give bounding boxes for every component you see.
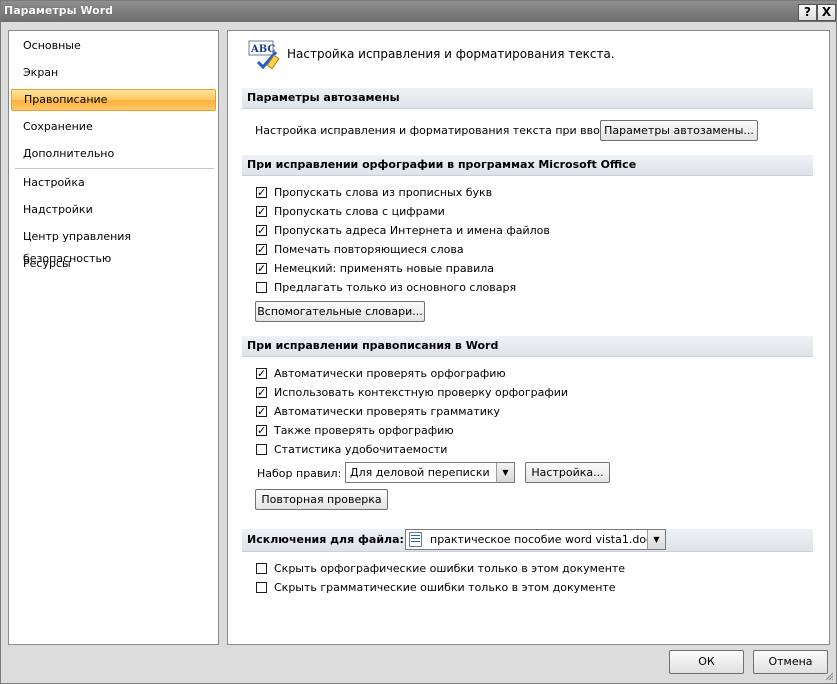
svg-text:ABC: ABC bbox=[250, 44, 275, 55]
checkbox[interactable]: ✓ bbox=[256, 387, 267, 398]
title-bar[interactable]: Параметры Word ? X bbox=[1, 1, 836, 22]
proofing-icon: ABC bbox=[248, 40, 280, 70]
grammar-settings-button[interactable]: Настройка... bbox=[525, 462, 610, 483]
chevron-down-icon[interactable]: ▼ bbox=[647, 530, 665, 549]
option-label: Скрыть орфографические ошибки только в э… bbox=[274, 562, 626, 575]
option-label: Автоматически проверять орфографию bbox=[274, 367, 506, 380]
option-label: Также проверять орфографию bbox=[274, 424, 454, 437]
sidebar-divider bbox=[15, 168, 214, 169]
sidebar-item-display[interactable]: Экран bbox=[11, 62, 216, 84]
sidebar-item-advanced[interactable]: Дополнительно bbox=[11, 143, 216, 165]
checkbox[interactable]: ✓ bbox=[256, 368, 267, 379]
section-word-spelling: При исправлении правописания в Word bbox=[242, 336, 813, 357]
ruleset-select[interactable]: Для деловой переписки ▼ bbox=[345, 462, 515, 483]
option-label: Пропускать адреса Интернета и имена файл… bbox=[274, 224, 550, 237]
chevron-down-icon[interactable]: ▼ bbox=[496, 463, 514, 482]
option-label: Статистика удобочитаемости bbox=[274, 443, 448, 456]
section-autocorrect: Параметры автозамены bbox=[242, 88, 813, 109]
cancel-button[interactable]: Отмена bbox=[753, 650, 828, 674]
proofing-panel: ABC Настройка исправления и форматирован… bbox=[227, 30, 830, 645]
autocorrect-options-button[interactable]: Параметры автозамены... bbox=[600, 120, 758, 141]
custom-dictionaries-button[interactable]: Вспомогательные словари... bbox=[255, 301, 425, 322]
option-label: Пропускать слова с цифрами bbox=[274, 205, 445, 218]
section-office-spelling-title: При исправлении орфографии в программах … bbox=[247, 158, 637, 171]
option-label: Автоматически проверять грамматику bbox=[274, 405, 501, 418]
checkbox[interactable]: ✓ bbox=[256, 187, 267, 198]
checkbox[interactable] bbox=[256, 444, 267, 455]
option-label: Пропускать слова из прописных букв bbox=[274, 186, 493, 199]
sidebar-item-general[interactable]: Основные bbox=[11, 35, 216, 57]
option-label: Скрыть грамматические ошибки только в эт… bbox=[274, 581, 616, 594]
ok-button[interactable]: ОК bbox=[669, 650, 744, 674]
section-exceptions-title: Исключения для файла: bbox=[247, 533, 404, 546]
exceptions-file-select[interactable]: практическое пособие word vista1.docx ▼ bbox=[405, 529, 666, 550]
checkbox[interactable]: ✓ bbox=[256, 244, 267, 255]
exceptions-file-value: практическое пособие word vista1.docx bbox=[430, 533, 659, 546]
section-autocorrect-title: Параметры автозамены bbox=[247, 91, 400, 104]
dialog-title: Параметры Word bbox=[4, 4, 114, 17]
ruleset-value: Для деловой переписки bbox=[350, 466, 490, 479]
option-label: Немецкий: применять новые правила bbox=[274, 262, 494, 275]
checkbox[interactable]: ✓ bbox=[256, 206, 267, 217]
resize-grip-icon[interactable] bbox=[824, 671, 834, 681]
sidebar-item-resources[interactable]: Ресурсы bbox=[11, 253, 216, 275]
section-office-spelling: При исправлении орфографии в программах … bbox=[242, 155, 813, 176]
recheck-document-button[interactable]: Повторная проверка bbox=[255, 489, 388, 510]
sidebar-item-proofing[interactable]: Правописание bbox=[11, 89, 216, 111]
help-button[interactable]: ? bbox=[798, 4, 817, 21]
sidebar-item-addins[interactable]: Надстройки bbox=[11, 199, 216, 221]
sidebar-item-trust-center[interactable]: Центр управления безопасностью bbox=[11, 226, 216, 265]
sidebar-item-save[interactable]: Сохранение bbox=[11, 116, 216, 138]
checkbox[interactable] bbox=[256, 582, 267, 593]
sidebar: Основные Экран Правописание Сохранение Д… bbox=[8, 30, 219, 645]
autocorrect-label: Настройка исправления и форматирования т… bbox=[255, 124, 618, 137]
ruleset-label: Набор правил: bbox=[257, 467, 342, 480]
checkbox[interactable]: ✓ bbox=[256, 425, 267, 436]
section-word-spelling-title: При исправлении правописания в Word bbox=[247, 339, 499, 352]
checkbox[interactable]: ✓ bbox=[256, 263, 267, 274]
checkbox[interactable] bbox=[256, 282, 267, 293]
checkbox[interactable]: ✓ bbox=[256, 225, 267, 236]
sidebar-item-customize[interactable]: Настройка bbox=[11, 172, 216, 194]
word-document-icon bbox=[409, 532, 422, 547]
close-button[interactable]: X bbox=[817, 4, 836, 21]
option-label: Предлагать только из основного словаря bbox=[274, 281, 517, 294]
checkbox[interactable] bbox=[256, 563, 267, 574]
checkbox[interactable]: ✓ bbox=[256, 406, 267, 417]
option-label: Помечать повторяющиеся слова bbox=[274, 243, 464, 256]
option-label: Использовать контекстную проверку орфогр… bbox=[274, 386, 569, 399]
options-dialog: Параметры Word ? X Основные Экран Правоп… bbox=[0, 0, 837, 684]
panel-header: Настройка исправления и форматирования т… bbox=[287, 47, 615, 61]
